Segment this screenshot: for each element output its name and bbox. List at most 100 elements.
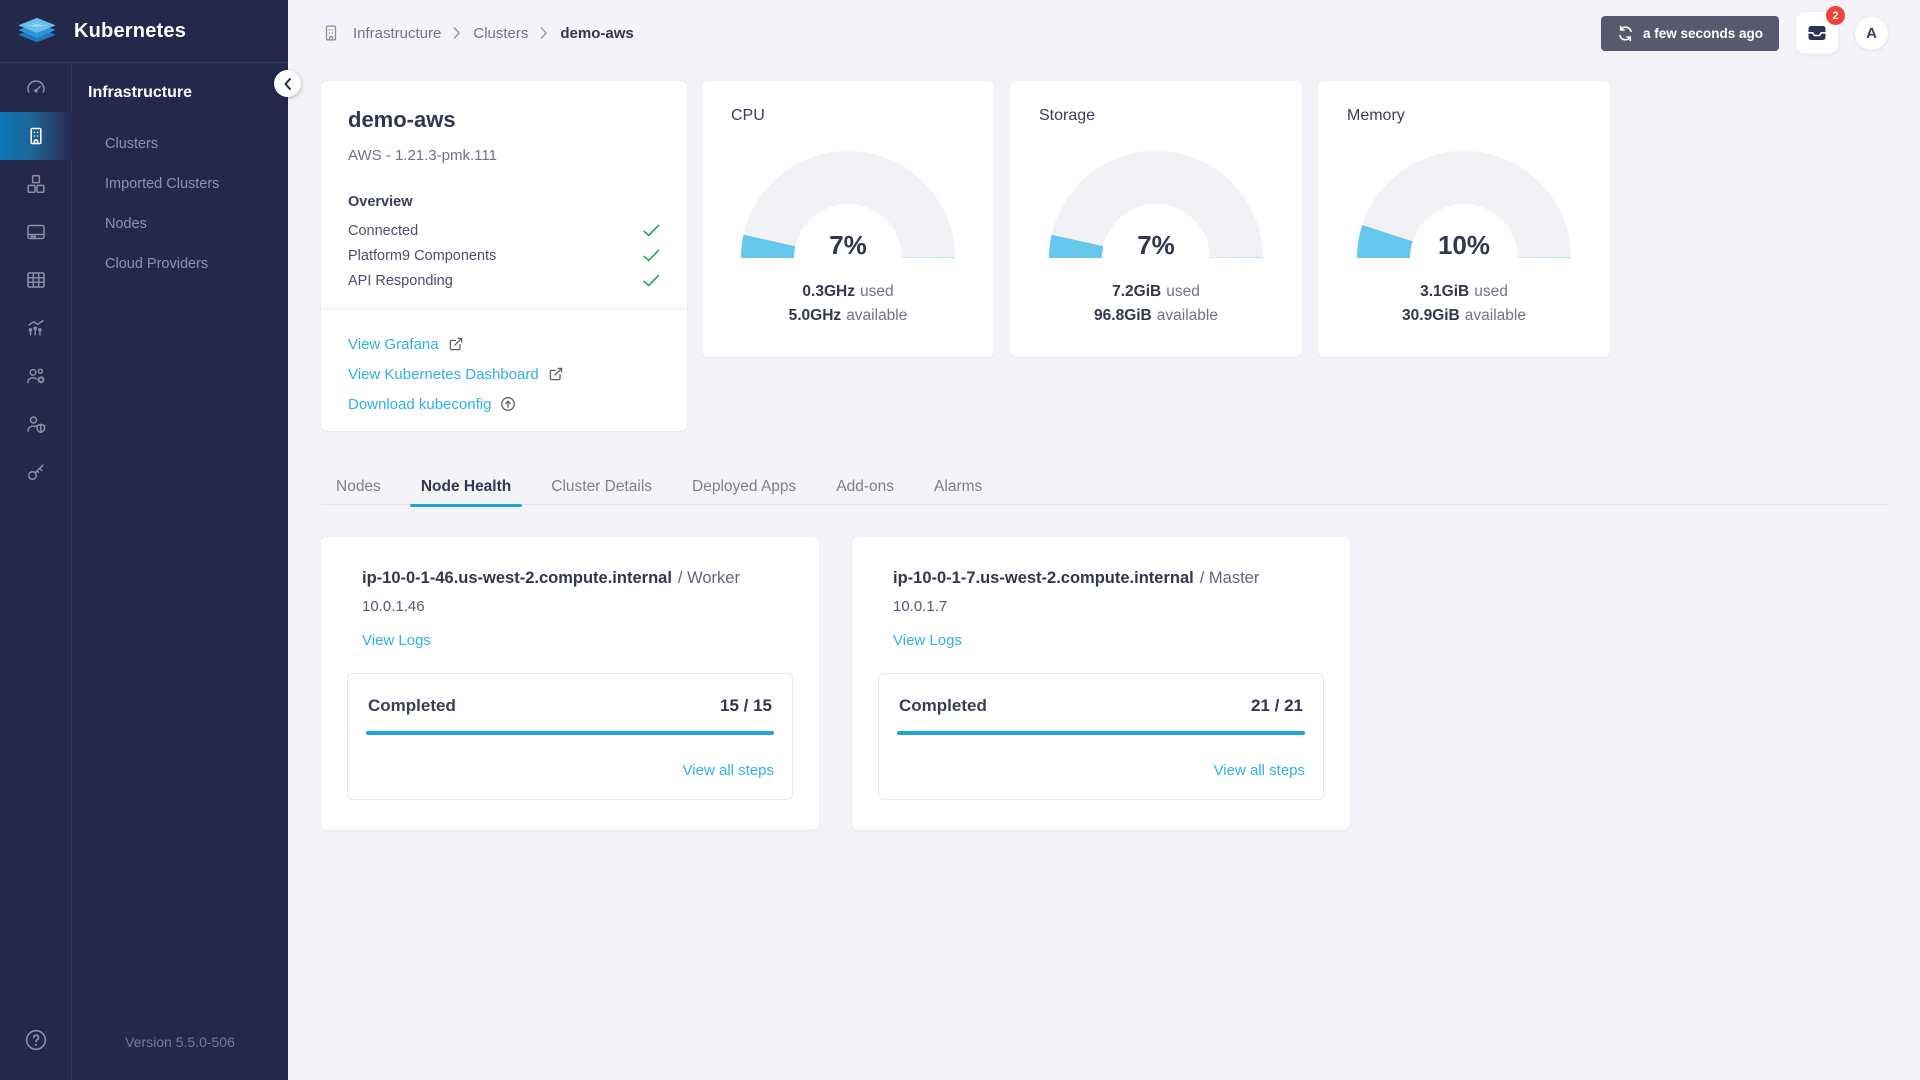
sidebar-item-clusters[interactable]: Clusters (72, 124, 288, 164)
cluster-subtitle: AWS - 1.21.3-pmk.111 (348, 147, 497, 164)
version-label: Version 5.5.0-506 (125, 1034, 235, 1050)
sidebar-collapse-button[interactable] (274, 70, 301, 97)
gauge-title: Memory (1347, 107, 1405, 124)
link-label: Download kubeconfig (348, 395, 492, 413)
sidebar-icon-namespaces[interactable] (0, 256, 72, 304)
chevron-left-icon (284, 77, 291, 90)
refresh-label: a few seconds ago (1642, 25, 1763, 41)
sidebar-section-title: Infrastructure (88, 84, 193, 101)
breadcrumb: Infrastructure Clusters demo-aws (321, 23, 634, 43)
gauge-available: 96.8GiB available (1094, 307, 1218, 324)
download-kubeconfig-link[interactable]: Download kubeconfig (348, 389, 660, 419)
server-icon (27, 224, 45, 240)
help-button[interactable] (0, 1027, 72, 1053)
check-label: Platform9 Components (348, 247, 497, 264)
cluster-name: demo-aws (348, 107, 456, 132)
breadcrumb-current: demo-aws (560, 24, 634, 42)
external-link-icon (549, 367, 562, 381)
breadcrumb-clusters[interactable]: Clusters (473, 25, 528, 42)
view-grafana-link[interactable]: View Grafana (348, 329, 660, 359)
node-progress-track (366, 731, 774, 735)
external-link-icon (449, 337, 462, 351)
key-icon (27, 464, 44, 481)
sidebar-icon-api-access[interactable] (0, 448, 72, 496)
tab-label: Node Health (420, 478, 512, 495)
help-icon (25, 1029, 47, 1051)
refresh-icon (1619, 25, 1632, 41)
gauge-card-storage: Storage 7% 7.2GiB used 96.8GiB available (1010, 81, 1302, 357)
chevron-right-icon (454, 27, 461, 39)
node-progress-bar (897, 731, 1305, 735)
view-kubernetes-dashboard-link[interactable]: View Kubernetes Dashboard (348, 359, 660, 389)
node-ip: 10.0.1.46 (362, 598, 425, 615)
tab-add-ons[interactable]: Add-ons (825, 470, 905, 505)
grid-icon (27, 272, 45, 288)
sidebar-icon-rail (0, 64, 72, 1080)
gauge-percent: 10% (1437, 230, 1491, 260)
node-status-box: Completed 21 / 21 View all steps (878, 673, 1324, 800)
topbar: Infrastructure Clusters demo-aws a few s… (321, 0, 1888, 66)
notifications-badge: 2 (1826, 6, 1845, 25)
sidebar-icon-infrastructure[interactable] (0, 112, 72, 160)
gauge-card-cpu: CPU 7% 0.3GHz used 5.0GHz available (702, 81, 994, 357)
app-screen: Kubernetes Infrastructure Clusters Impor… (0, 0, 1920, 1080)
tab-alarms[interactable]: Alarms (923, 470, 993, 505)
tab-node-health[interactable]: Node Health (409, 470, 523, 507)
refresh-button[interactable]: a few seconds ago (1600, 15, 1779, 51)
node-health-card: ip-10-0-1-46.us-west-2.compute.internal /… (321, 537, 819, 830)
link-label: View Kubernetes Dashboard (348, 365, 539, 383)
view-logs-link[interactable]: View Logs (893, 632, 962, 649)
app-title: Kubernetes (74, 19, 187, 42)
tab-label: Alarms (934, 478, 983, 495)
sidebar-icon-dashboard[interactable] (0, 64, 72, 112)
sidebar-logo-band: Kubernetes (0, 0, 288, 63)
main-content: Infrastructure Clusters demo-aws a few s… (288, 0, 1920, 1080)
overview-checks: Connected Platform9 Components API Respo… (348, 218, 660, 293)
sidebar-item-cloud-providers[interactable]: Cloud Providers (72, 244, 288, 284)
overview-check-row: API Responding (348, 268, 660, 293)
node-progress-bar (366, 731, 774, 735)
view-logs-link[interactable]: View Logs (362, 632, 431, 649)
link-label: View Grafana (348, 335, 439, 353)
node-health-card: ip-10-0-1-7.us-west-2.compute.internal / … (852, 537, 1350, 830)
check-label: API Responding (348, 272, 453, 289)
gauge-percent: 7% (829, 230, 867, 260)
sidebar-icon-monitoring[interactable] (0, 304, 72, 352)
avatar[interactable]: A (1855, 16, 1888, 50)
view-all-steps-link[interactable]: View all steps (1214, 762, 1305, 779)
node-progress-count: 21 / 21 (1251, 696, 1303, 715)
sidebar-item-nodes[interactable]: Nodes (72, 204, 288, 244)
gauge-percent: 7% (1137, 230, 1175, 260)
dashboard-icon (27, 80, 45, 93)
node-hostname: ip-10-0-1-46.us-west-2.compute.internal /… (362, 569, 740, 587)
tab-label: Deployed Apps (692, 478, 797, 495)
sidebar-item-imported-clusters[interactable]: Imported Clusters (72, 164, 288, 204)
breadcrumb-infrastructure[interactable]: Infrastructure (353, 25, 441, 42)
usage-gauges: CPU 7% 0.3GHz used 5.0GHz available Storag… (702, 81, 1610, 357)
notifications-button[interactable]: 2 (1796, 6, 1845, 54)
sidebar-icon-apps[interactable] (0, 160, 72, 208)
tab-deployed-apps[interactable]: Deployed Apps (681, 470, 807, 505)
overview-title: Overview (348, 194, 413, 210)
sidebar-submenu: Infrastructure Clusters Imported Clusters… (72, 64, 288, 1080)
view-all-steps-link[interactable]: View all steps (683, 762, 774, 779)
node-hostname: ip-10-0-1-7.us-west-2.compute.internal / … (893, 569, 1260, 587)
node-progress-count: 15 / 15 (720, 696, 772, 715)
check-icon (643, 249, 660, 262)
node-progress-track (897, 731, 1305, 735)
overview-check-row: Platform9 Components (348, 243, 660, 268)
gauge-used: 3.1GiB used (1420, 283, 1508, 300)
topbar-controls: a few seconds ago 2 A (1600, 6, 1888, 54)
chevron-right-icon (541, 27, 548, 39)
sidebar-icon-rbac[interactable] (0, 400, 72, 448)
tab-nodes[interactable]: Nodes (325, 470, 392, 505)
apps-cubes-icon (27, 175, 45, 193)
kubernetes-logo-icon (18, 17, 56, 43)
cluster-tabs: Nodes Node Health Cluster Details Deployed … (321, 470, 1888, 507)
gauge-used: 7.2GiB used (1112, 283, 1200, 300)
tab-label: Nodes (336, 478, 381, 495)
sidebar-icon-workloads[interactable] (0, 208, 72, 256)
sidebar-icon-users[interactable] (0, 352, 72, 400)
gauge-used: 0.3GHz used (802, 283, 894, 300)
tab-cluster-details[interactable]: Cluster Details (540, 470, 663, 505)
